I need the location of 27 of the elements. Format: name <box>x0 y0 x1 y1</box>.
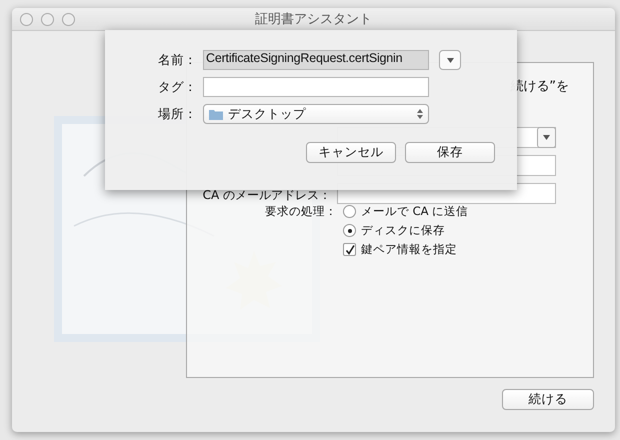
cancel-button[interactable]: キャンセル <box>306 142 396 163</box>
dropdown-arrow-icon <box>543 135 550 140</box>
name-label: 名前： <box>157 52 197 68</box>
location-popup[interactable]: デスクトップ <box>203 104 429 124</box>
radio-button[interactable] <box>343 205 356 218</box>
tags-label: タグ： <box>157 78 197 96</box>
checkbox[interactable] <box>343 243 356 256</box>
window-control-button[interactable] <box>41 12 54 26</box>
dropdown-arrow-icon <box>446 58 454 62</box>
radio-label: メールで CA に送信 <box>361 204 468 219</box>
window-control-button[interactable] <box>62 12 75 26</box>
continue-button[interactable]: 続ける <box>502 389 594 410</box>
ca-email-label: CA のメールアドレス： <box>202 187 331 204</box>
checkbox-label: 鍵ペア情報を指定 <box>361 242 457 257</box>
folder-icon <box>209 108 223 120</box>
file-name-field[interactable]: CertificateSigningRequest.certSignin <box>203 50 429 70</box>
request-label: 要求の処理： <box>265 204 337 219</box>
location-label: 場所： <box>157 106 197 122</box>
window-control-button[interactable] <box>20 12 33 26</box>
save-button[interactable]: 保存 <box>405 142 495 163</box>
up-down-arrows-icon <box>417 109 423 119</box>
tags-field[interactable] <box>203 77 429 97</box>
radio-button[interactable] <box>343 224 356 237</box>
window-title: 証明書アシスタント <box>255 11 372 28</box>
instruction-text: 続ける”を <box>510 78 569 95</box>
radio-label: ディスクに保存 <box>361 223 445 238</box>
expand-button[interactable] <box>439 50 461 70</box>
